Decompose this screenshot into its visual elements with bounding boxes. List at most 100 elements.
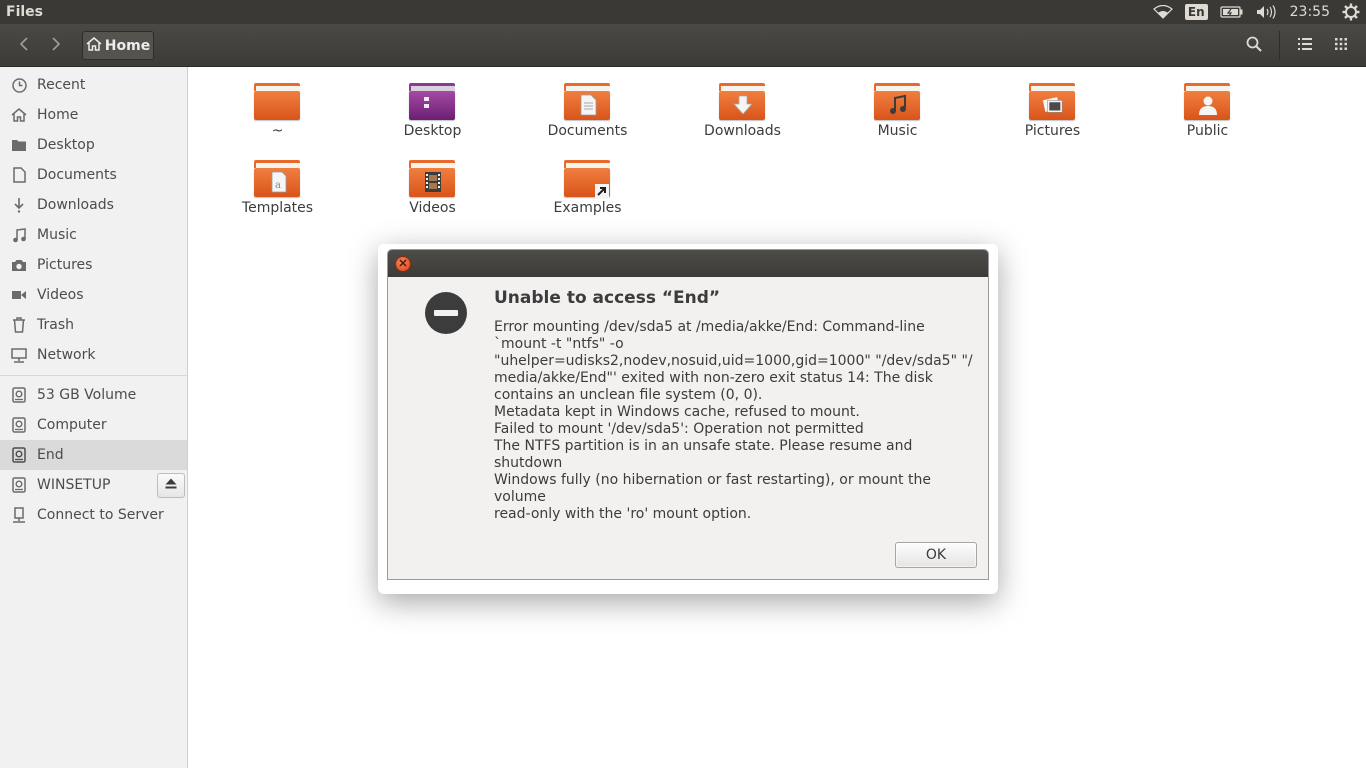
list-view-button[interactable] <box>1290 31 1320 60</box>
sidebar-item-connect-to-server[interactable]: Connect to Server <box>0 500 187 530</box>
file-item-public[interactable]: Public <box>1130 81 1285 157</box>
app-title: Files <box>6 4 43 20</box>
sidebar-item-label: End <box>37 447 64 463</box>
drive-icon <box>10 476 28 494</box>
sidebar-item-label: Computer <box>37 417 107 433</box>
sidebar-item-label: WINSETUP <box>37 477 111 493</box>
sidebar: Recent Home Desktop Documents Downloads … <box>0 67 188 768</box>
file-label: Videos <box>409 200 456 216</box>
sidebar-item-label: Trash <box>37 317 74 333</box>
trash-icon <box>10 316 28 334</box>
wifi-icon[interactable] <box>1152 5 1173 19</box>
grid-view-icon <box>1335 37 1347 54</box>
drive-icon <box>10 416 28 434</box>
volume-icon[interactable] <box>1256 5 1278 19</box>
sidebar-item-label: Recent <box>37 77 86 93</box>
file-item-music[interactable]: Music <box>820 81 975 157</box>
dialog-message: Error mounting /dev/sda5 at /media/akke/… <box>494 319 973 522</box>
sidebar-item-desktop[interactable]: Desktop <box>0 130 187 160</box>
file-item-templates[interactable]: a Templates <box>200 158 355 234</box>
download-icon <box>10 196 28 214</box>
downloads-folder-icon <box>718 81 767 123</box>
dialog-titlebar[interactable] <box>388 250 988 277</box>
file-label: Downloads <box>704 123 781 139</box>
pictures-folder-icon <box>1028 81 1077 123</box>
videos-folder-icon <box>408 158 457 200</box>
sidebar-item-recent[interactable]: Recent <box>0 70 187 100</box>
settings-gear-icon[interactable] <box>1342 3 1360 21</box>
file-item-documents[interactable]: Documents <box>510 81 665 157</box>
music-folder-icon <box>873 81 922 123</box>
sidebar-item-label: Connect to Server <box>37 507 164 523</box>
public-folder-icon <box>1183 81 1232 123</box>
sidebar-item-label: 53 GB Volume <box>37 387 137 403</box>
sidebar-item-computer[interactable]: Computer <box>0 410 187 440</box>
sidebar-item-documents[interactable]: Documents <box>0 160 187 190</box>
language-indicator[interactable]: En <box>1184 4 1208 20</box>
sidebar-item-label: Documents <box>37 167 117 183</box>
sidebar-item-home[interactable]: Home <box>0 100 187 130</box>
file-label: Public <box>1186 123 1229 139</box>
examples-folder-icon <box>563 158 612 200</box>
file-item-videos[interactable]: Videos <box>355 158 510 234</box>
sidebar-item-music[interactable]: Music <box>0 220 187 250</box>
header-separator <box>1279 31 1280 60</box>
home-icon <box>10 106 28 124</box>
eject-button[interactable] <box>157 472 185 498</box>
templates-folder-icon: a <box>253 158 302 200</box>
sidebar-item-trash[interactable]: Trash <box>0 310 187 340</box>
clock[interactable]: 23:55 <box>1290 4 1330 20</box>
eject-icon <box>165 477 177 493</box>
drive-icon <box>10 386 28 404</box>
file-item-home-folder[interactable]: ~ <box>200 81 355 157</box>
sidebar-item-label: Home <box>37 107 79 123</box>
file-label: Pictures <box>1024 123 1081 139</box>
sidebar-item-downloads[interactable]: Downloads <box>0 190 187 220</box>
svg-text:a: a <box>275 180 281 191</box>
file-item-downloads[interactable]: Downloads <box>665 81 820 157</box>
header-actions <box>1239 31 1356 60</box>
file-item-desktop[interactable]: Desktop <box>355 81 510 157</box>
file-item-pictures[interactable]: Pictures <box>975 81 1130 157</box>
sidebar-item-53gb-volume[interactable]: 53 GB Volume <box>0 380 187 410</box>
documents-folder-icon <box>563 81 612 123</box>
network-icon <box>10 346 28 364</box>
file-label: ~ <box>271 123 284 139</box>
camera-icon <box>10 256 28 274</box>
indicator-area: En 23:55 <box>1152 0 1360 24</box>
back-button[interactable] <box>8 31 40 60</box>
sidebar-item-label: Desktop <box>37 137 95 153</box>
dialog-title: Unable to access “End” <box>494 288 721 308</box>
clock-icon <box>10 76 28 94</box>
grid-view-button[interactable] <box>1326 31 1356 60</box>
path-home-button[interactable]: Home <box>82 31 154 60</box>
folder-icon <box>253 81 302 123</box>
video-icon <box>10 286 28 304</box>
sidebar-item-label: Videos <box>37 287 84 303</box>
sidebar-item-winsetup[interactable]: WINSETUP <box>0 470 187 500</box>
sidebar-item-end[interactable]: End <box>0 440 187 470</box>
ok-button[interactable]: OK <box>895 542 977 568</box>
chevron-right-icon <box>51 36 61 55</box>
desktop-folder-icon <box>408 81 457 123</box>
sidebar-item-label: Music <box>37 227 77 243</box>
sidebar-item-videos[interactable]: Videos <box>0 280 187 310</box>
sidebar-item-label: Downloads <box>37 197 114 213</box>
battery-icon[interactable] <box>1220 6 1244 18</box>
chevron-left-icon <box>19 36 29 55</box>
file-label: Music <box>877 123 918 139</box>
forward-button[interactable] <box>40 31 72 60</box>
search-icon <box>1246 36 1262 56</box>
file-label: Documents <box>547 123 628 139</box>
server-icon <box>10 506 28 524</box>
sidebar-item-pictures[interactable]: Pictures <box>0 250 187 280</box>
error-stop-icon <box>425 292 467 334</box>
search-button[interactable] <box>1239 31 1269 60</box>
header-bar: Home <box>0 24 1366 67</box>
dialog-close-button[interactable] <box>395 256 411 272</box>
error-dialog: Unable to access “End” Error mounting /d… <box>387 249 989 580</box>
path-label: Home <box>104 37 151 54</box>
top-panel: Files En 23:55 <box>0 0 1366 24</box>
sidebar-item-network[interactable]: Network <box>0 340 187 370</box>
file-item-examples[interactable]: Examples <box>510 158 665 234</box>
